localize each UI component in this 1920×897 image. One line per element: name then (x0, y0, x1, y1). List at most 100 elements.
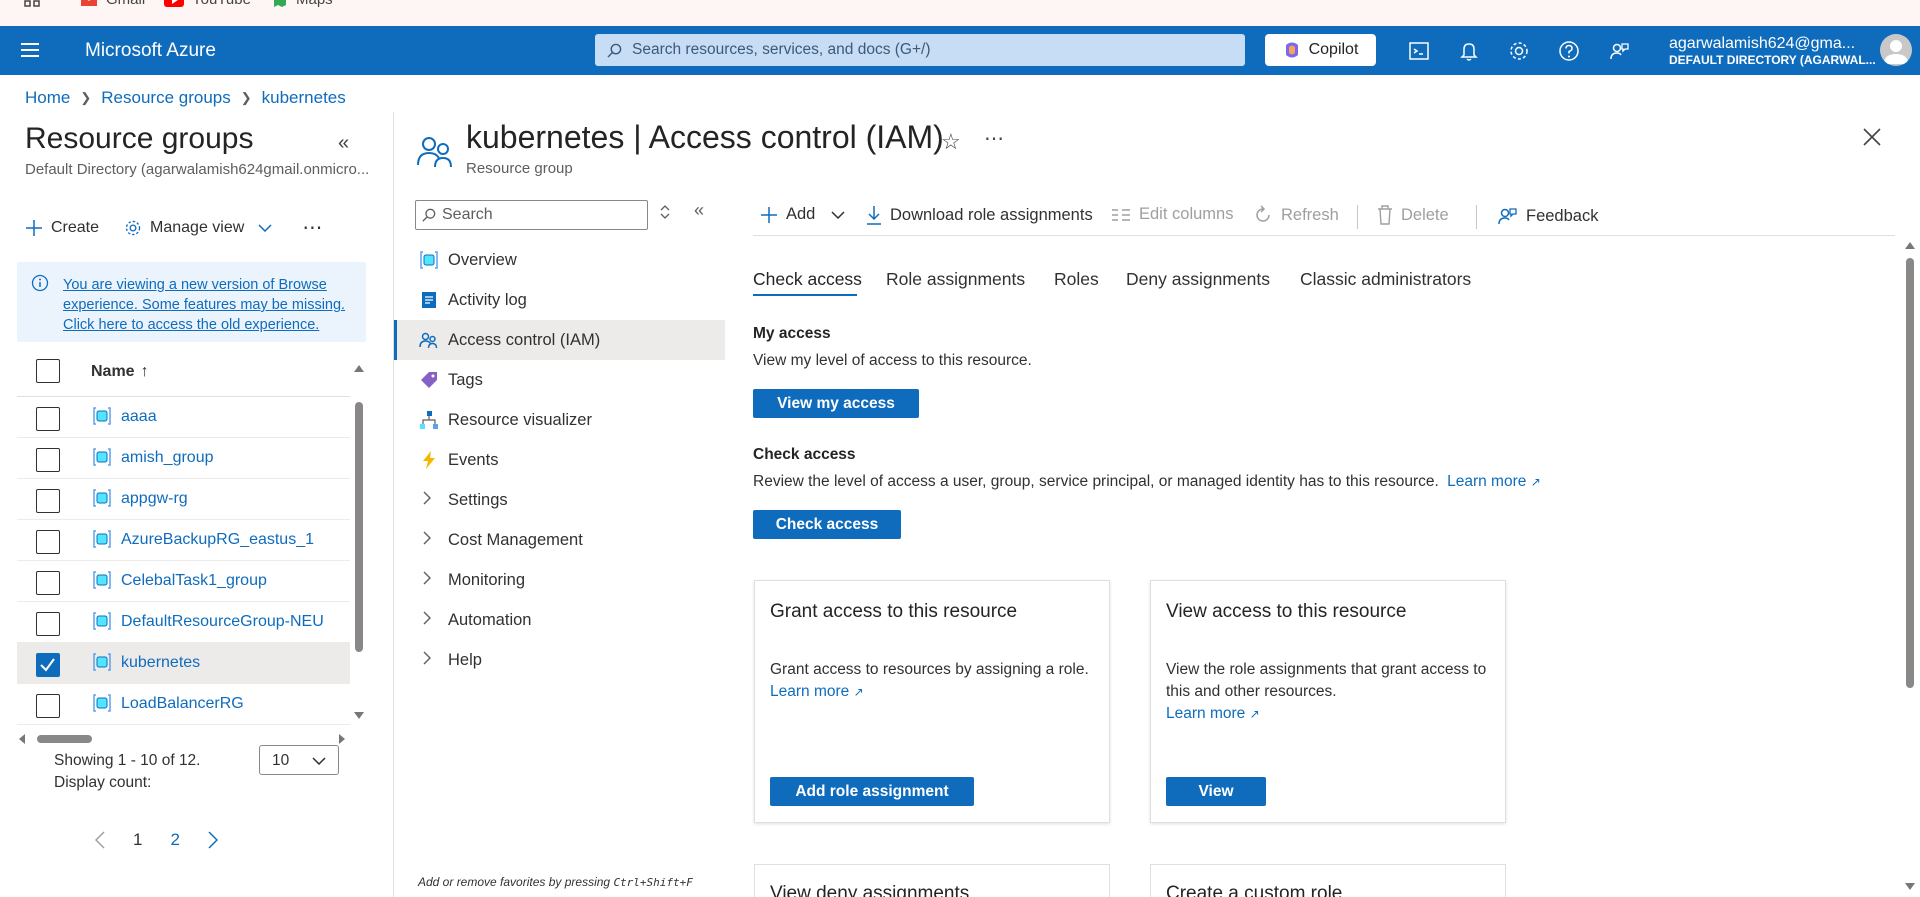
account-menu[interactable]: agarwalamish624@gma... DEFAULT DIRECTORY… (1669, 35, 1876, 67)
global-search-input[interactable]: Search resources, services, and docs (G+… (595, 34, 1245, 66)
tab-check-access[interactable]: Check access (753, 269, 862, 290)
cloud-shell-icon[interactable] (1408, 40, 1430, 62)
notifications-bell-icon[interactable] (1458, 40, 1480, 62)
collapse-panel-icon[interactable]: « (338, 132, 349, 155)
table-row[interactable]: aaaa (17, 397, 350, 438)
page-title: kubernetes | Access control (IAM) (466, 119, 944, 155)
name-column-header[interactable]: Name ↑ (91, 363, 149, 381)
more-options-icon[interactable]: ⋯ (984, 126, 1004, 151)
select-all-checkbox[interactable] (36, 359, 60, 383)
avatar[interactable] (1880, 34, 1912, 66)
table-row[interactable]: LoadBalancerRG (17, 684, 350, 725)
refresh-button[interactable]: Refresh (1253, 205, 1339, 225)
chevron-down-icon (258, 223, 272, 232)
page-1[interactable]: 1 (133, 830, 142, 850)
row-checkbox[interactable] (36, 489, 60, 513)
table-row[interactable]: appgw-rg (17, 479, 350, 520)
menu-item-access-control-iam[interactable]: Access control (IAM) (394, 320, 725, 360)
resource-group-link[interactable]: amish_group (121, 449, 214, 467)
menu-item-activity-log[interactable]: Activity log (394, 280, 725, 320)
row-checkbox[interactable] (36, 530, 60, 554)
menu-item-events[interactable]: Events (394, 440, 725, 480)
vertical-scrollbar[interactable] (352, 360, 366, 725)
tab-classic-administrators[interactable]: Classic administrators (1300, 269, 1471, 290)
help-question-icon[interactable] (1558, 40, 1580, 62)
copilot-icon (1283, 41, 1301, 59)
table-row[interactable]: amish_group (17, 438, 350, 479)
row-checkbox[interactable] (36, 694, 60, 718)
bookmark-maps[interactable]: Maps (272, 0, 333, 8)
menu-item-cost-management[interactable]: Cost Management (394, 520, 725, 560)
row-checkbox[interactable] (36, 407, 60, 431)
menu-item-overview[interactable]: Overview (394, 240, 725, 280)
resource-group-link[interactable]: kubernetes (121, 654, 200, 672)
learn-more-link[interactable]: Learn more ↗ (1447, 473, 1541, 490)
row-checkbox[interactable] (36, 571, 60, 595)
add-button[interactable]: Add (760, 205, 845, 224)
settings-gear-icon[interactable] (1508, 40, 1530, 62)
display-count-select[interactable]: 10 (259, 745, 339, 775)
main-vertical-scrollbar[interactable] (1903, 238, 1917, 893)
menu-item-monitoring[interactable]: Monitoring (394, 560, 725, 600)
bookmark-gmail[interactable]: Gmail (80, 0, 145, 8)
create-button[interactable]: Create (25, 219, 99, 237)
chevron-down-icon (312, 757, 326, 765)
resource-group-link[interactable]: LoadBalancerRG (121, 695, 244, 713)
resource-group-link[interactable]: AzureBackupRG_eastus_1 (121, 531, 314, 549)
hamburger-menu-icon[interactable] (21, 43, 39, 57)
breadcrumb-resource-groups[interactable]: Resource groups (101, 88, 230, 108)
download-role-assignments-button[interactable]: Download role assignments (866, 205, 1093, 225)
resource-group-link[interactable]: appgw-rg (121, 490, 188, 508)
delete-button[interactable]: Delete (1377, 205, 1449, 225)
view-button[interactable]: View (1166, 777, 1266, 806)
feedback-person-icon[interactable] (1608, 40, 1630, 62)
learn-more-link[interactable]: Learn more ↗ (770, 683, 864, 700)
close-icon[interactable] (1863, 128, 1881, 146)
portal-brand[interactable]: Microsoft Azure (85, 40, 216, 62)
copilot-button[interactable]: Copilot (1265, 34, 1376, 66)
resource-group-link[interactable]: aaaa (121, 408, 157, 426)
row-checkbox[interactable] (36, 448, 60, 472)
menu-item-tags[interactable]: Tags (394, 360, 725, 400)
table-row[interactable]: kubernetes (17, 643, 350, 684)
breadcrumb-kubernetes[interactable]: kubernetes (262, 88, 346, 108)
row-checkbox[interactable] (36, 612, 60, 636)
more-options-icon[interactable]: ⋯ (302, 215, 323, 240)
bookmark-youtube[interactable]: YouTube (164, 0, 251, 8)
resource-group-link[interactable]: CelebalTask1_group (121, 572, 267, 590)
tab-role-assignments[interactable]: Role assignments (886, 269, 1025, 290)
tag-icon (419, 370, 439, 390)
manage-view-button[interactable]: Manage view (124, 219, 272, 237)
table-row[interactable]: CelebalTask1_group (17, 561, 350, 602)
favorite-star-icon[interactable]: ☆ (941, 129, 961, 155)
learn-more-link[interactable]: Learn more ↗ (1166, 705, 1260, 722)
page-2[interactable]: 2 (170, 830, 179, 850)
table-row[interactable]: DefaultResourceGroup-NEU (17, 602, 350, 643)
gmail-icon (80, 0, 98, 7)
resource-group-link[interactable]: DefaultResourceGroup-NEU (121, 613, 324, 631)
tab-roles[interactable]: Roles (1054, 269, 1099, 290)
menu-item-help[interactable]: Help (394, 640, 725, 680)
apps-grid-icon[interactable] (24, 0, 40, 7)
previous-page-icon[interactable] (95, 831, 105, 849)
row-checkbox[interactable] (36, 653, 60, 677)
menu-item-resource-visualizer[interactable]: Resource visualizer (394, 400, 725, 440)
horizontal-scrollbar[interactable] (17, 732, 347, 746)
menu-item-settings[interactable]: Settings (394, 480, 725, 520)
table-row[interactable]: AzureBackupRG_eastus_1 (17, 520, 350, 561)
collapse-menu-icon[interactable]: « (694, 200, 704, 221)
feedback-button[interactable]: Feedback (1496, 205, 1598, 227)
check-access-button[interactable]: Check access (753, 510, 901, 539)
edit-columns-button[interactable]: Edit columns (1111, 205, 1233, 224)
command-bar: Add Download role assignments Edit colum… (753, 200, 1895, 236)
check-access-text-row: Review the level of access a user, group… (753, 473, 1541, 491)
menu-item-automation[interactable]: Automation (394, 600, 725, 640)
add-role-assignment-button[interactable]: Add role assignment (770, 777, 974, 806)
expand-collapse-icon[interactable] (660, 205, 670, 221)
tab-deny-assignments[interactable]: Deny assignments (1126, 269, 1270, 290)
view-my-access-button[interactable]: View my access (753, 389, 919, 418)
next-page-icon[interactable] (208, 831, 218, 849)
menu-search-input[interactable]: Search (415, 200, 648, 230)
old-experience-link[interactable]: You are viewing a new version of Browse … (63, 275, 363, 335)
breadcrumb-home[interactable]: Home (25, 88, 70, 108)
